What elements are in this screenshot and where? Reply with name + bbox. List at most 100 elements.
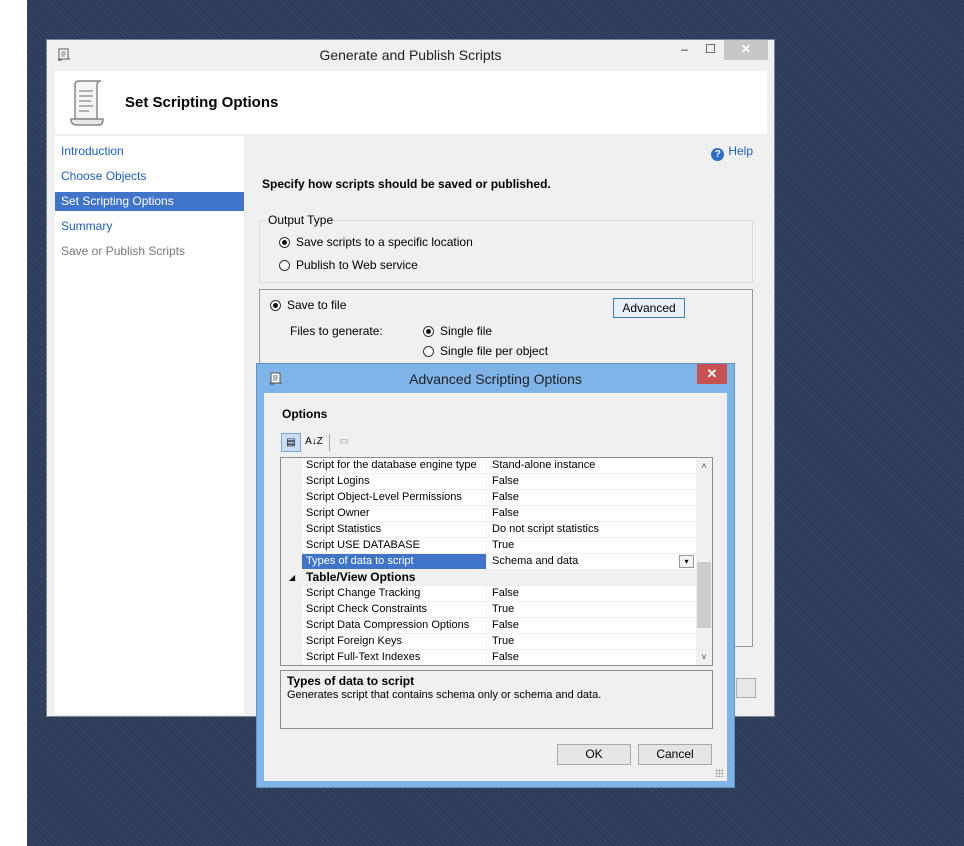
row-margin bbox=[281, 458, 302, 474]
property-value: False bbox=[487, 650, 696, 665]
help-label: Help bbox=[728, 144, 753, 158]
property-row[interactable]: Script Owner False bbox=[281, 506, 696, 522]
property-name: Script USE DATABASE bbox=[302, 538, 487, 554]
save-to-location-radio[interactable]: Save scripts to a specific location bbox=[279, 235, 473, 249]
property-name: Script Change Tracking bbox=[302, 586, 487, 602]
wizard-nav: Introduction Choose Objects Set Scriptin… bbox=[55, 136, 244, 715]
property-row[interactable]: Script Change Tracking False bbox=[281, 586, 696, 602]
row-margin bbox=[281, 506, 302, 522]
advanced-button[interactable]: Advanced bbox=[613, 298, 685, 318]
single-file-per-object-label: Single file per object bbox=[440, 344, 549, 358]
row-margin bbox=[281, 554, 302, 570]
advanced-scripting-options-dialog: Advanced Scripting Options ✕ Options ▤ A… bbox=[256, 363, 735, 788]
resize-grip-icon[interactable] bbox=[715, 769, 723, 777]
property-row[interactable]: Script Object-Level Permissions False bbox=[281, 490, 696, 506]
property-row[interactable]: Script Check Constraints True bbox=[281, 602, 696, 618]
property-row[interactable]: Script for the database engine type Stan… bbox=[281, 458, 696, 474]
property-value: True bbox=[487, 538, 696, 554]
description-title: Types of data to script bbox=[287, 674, 415, 688]
property-name: Script Foreign Keys bbox=[302, 634, 487, 650]
property-value bbox=[487, 570, 696, 586]
help-icon: ? bbox=[711, 148, 725, 161]
property-pages-button[interactable]: ▭ bbox=[334, 433, 354, 452]
output-type-group: Output Type Save scripts to a specific l… bbox=[259, 213, 753, 283]
row-margin bbox=[281, 474, 302, 490]
row-margin bbox=[281, 634, 302, 650]
property-name: Types of data to script bbox=[302, 554, 487, 570]
publish-web-service-radio[interactable]: Publish to Web service bbox=[279, 258, 418, 272]
instruction-text: Specify how scripts should be saved or p… bbox=[262, 177, 551, 191]
property-row[interactable]: Script Data Compression Options False bbox=[281, 618, 696, 634]
row-margin bbox=[281, 618, 302, 634]
property-name: Script Owner bbox=[302, 506, 487, 522]
maximize-button[interactable]: ☐ bbox=[698, 40, 723, 60]
property-value: True bbox=[487, 634, 696, 650]
row-margin bbox=[281, 650, 302, 665]
property-description-panel: Types of data to script Generates script… bbox=[280, 670, 713, 729]
property-name: Script Statistics bbox=[302, 522, 487, 538]
description-text: Generates script that contains schema on… bbox=[287, 689, 602, 701]
dialog-body: Options ▤ A↓Z ▭ Script for the database … bbox=[264, 393, 727, 781]
row-margin bbox=[281, 586, 302, 602]
cancel-button[interactable]: Cancel bbox=[638, 744, 712, 765]
output-type-label: Output Type bbox=[266, 213, 336, 227]
radio-indicator bbox=[423, 345, 434, 357]
property-row[interactable]: Script Foreign Keys True bbox=[281, 634, 696, 650]
single-file-label: Single file bbox=[440, 324, 493, 338]
property-value: False bbox=[487, 586, 696, 602]
ok-button[interactable]: OK bbox=[557, 744, 631, 765]
property-name: Script Object-Level Permissions bbox=[302, 490, 487, 506]
help-link[interactable]: ? Help bbox=[711, 144, 753, 161]
property-row[interactable]: Script USE DATABASE True bbox=[281, 538, 696, 554]
property-name: Script for the database engine type bbox=[302, 458, 487, 474]
scroll-up-icon[interactable]: ˄ bbox=[696, 458, 712, 474]
row-margin bbox=[281, 538, 302, 554]
vertical-scrollbar[interactable]: ˄ ˅ bbox=[696, 458, 712, 665]
property-value: True bbox=[487, 602, 696, 618]
radio-indicator bbox=[423, 325, 434, 337]
property-value: False bbox=[487, 490, 696, 506]
radio-indicator bbox=[279, 236, 290, 248]
property-name: Script Check Constraints bbox=[302, 602, 487, 618]
save-to-file-label: Save to file bbox=[287, 298, 347, 312]
row-margin bbox=[281, 602, 302, 618]
options-heading: Options bbox=[282, 407, 328, 421]
property-row[interactable]: Script Full-Text Indexes False bbox=[281, 650, 696, 665]
nav-item-summary[interactable]: Summary bbox=[55, 217, 244, 236]
scroll-thumb[interactable] bbox=[697, 562, 711, 628]
category-row[interactable]: ◢ Table/View Options bbox=[281, 570, 696, 586]
value-dropdown-button[interactable]: ▾ bbox=[679, 555, 694, 568]
property-value: False bbox=[487, 474, 696, 490]
radio-indicator bbox=[270, 299, 281, 311]
window-title: Generate and Publish Scripts bbox=[319, 47, 502, 63]
property-row[interactable]: Script Logins False bbox=[281, 474, 696, 490]
close-button[interactable]: ✕ bbox=[724, 40, 768, 60]
dialog-close-button[interactable]: ✕ bbox=[697, 364, 727, 384]
nav-item-choose-objects[interactable]: Choose Objects bbox=[55, 167, 244, 186]
page-title: Set Scripting Options bbox=[125, 94, 279, 111]
files-to-generate-label: Files to generate: bbox=[290, 324, 383, 338]
property-value: False bbox=[487, 618, 696, 634]
property-name: Script Data Compression Options bbox=[302, 618, 487, 634]
nav-item-introduction[interactable]: Introduction bbox=[55, 142, 244, 161]
minimize-button[interactable]: – bbox=[672, 40, 697, 60]
row-margin bbox=[281, 522, 302, 538]
title-bar[interactable]: Generate and Publish Scripts – ☐ ✕ bbox=[47, 40, 774, 70]
nav-item-set-scripting-options[interactable]: Set Scripting Options bbox=[55, 192, 244, 211]
row-margin bbox=[281, 490, 302, 506]
radio-indicator bbox=[279, 259, 290, 271]
single-file-radio[interactable]: Single file bbox=[423, 324, 492, 338]
property-row-selected[interactable]: Types of data to script Schema and data … bbox=[281, 554, 696, 570]
property-value: False bbox=[487, 506, 696, 522]
alphabetical-sort-button[interactable]: A↓Z bbox=[304, 433, 324, 452]
collapse-icon[interactable]: ◢ bbox=[289, 570, 295, 586]
partially-hidden-button[interactable] bbox=[736, 678, 756, 698]
property-row[interactable]: Script Statistics Do not script statisti… bbox=[281, 522, 696, 538]
scroll-down-icon[interactable]: ˅ bbox=[696, 649, 712, 665]
save-to-location-label: Save scripts to a specific location bbox=[296, 235, 473, 249]
toolbar-separator bbox=[329, 434, 330, 451]
categorized-view-button[interactable]: ▤ bbox=[281, 433, 301, 452]
save-to-file-radio[interactable]: Save to file bbox=[270, 298, 346, 312]
property-name: Script Logins bbox=[302, 474, 487, 490]
single-file-per-object-radio[interactable]: Single file per object bbox=[423, 344, 548, 358]
